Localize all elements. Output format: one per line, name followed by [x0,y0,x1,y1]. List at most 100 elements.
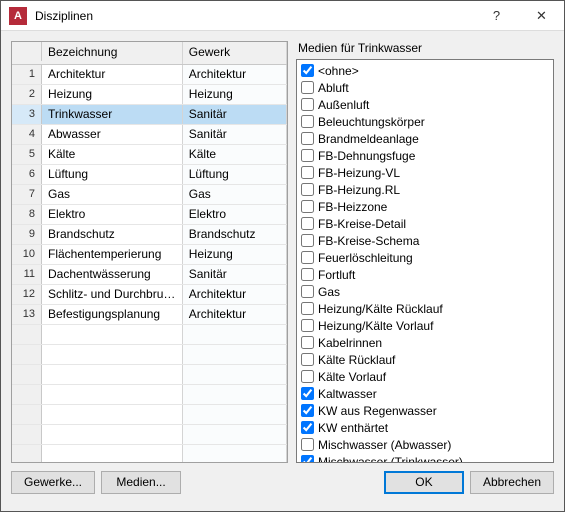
table-row-empty[interactable]: . [12,405,287,425]
media-checkbox[interactable] [301,319,314,332]
media-item[interactable]: KW aus Regenwasser [301,402,549,419]
cell-gewerk[interactable]: Sanitär [183,105,287,124]
media-item[interactable]: Kälte Rücklauf [301,351,549,368]
table-row[interactable]: 6LüftungLüftung [12,165,287,185]
cell-bezeichnung[interactable] [42,345,183,364]
table-row[interactable]: 1ArchitekturArchitektur [12,65,287,85]
cell-gewerk[interactable]: Heizung [183,85,287,104]
media-checkbox[interactable] [301,183,314,196]
media-checkbox[interactable] [301,353,314,366]
media-item[interactable]: Mischwasser (Abwasser) [301,436,549,453]
cell-gewerk[interactable]: Architektur [183,285,287,304]
media-item[interactable]: Kabelrinnen [301,334,549,351]
cell-gewerk[interactable] [183,425,287,444]
cell-gewerk[interactable]: Kälte [183,145,287,164]
media-checkbox[interactable] [301,217,314,230]
media-item[interactable]: Feuerlöschleitung [301,249,549,266]
table-row[interactable]: 8ElektroElektro [12,205,287,225]
media-item[interactable]: Heizung/Kälte Rücklauf [301,300,549,317]
media-item[interactable]: <ohne> [301,62,549,79]
close-button[interactable]: ✕ [519,1,564,31]
table-row[interactable]: 12Schlitz- und Durchbruchplan...Architek… [12,285,287,305]
table-row[interactable]: 5KälteKälte [12,145,287,165]
table-body[interactable]: 1ArchitekturArchitektur2HeizungHeizung3T… [12,65,287,462]
ok-button[interactable]: OK [384,471,464,494]
media-item[interactable]: Kaltwasser [301,385,549,402]
header-gewerk[interactable]: Gewerk [183,42,287,64]
cancel-button[interactable]: Abbrechen [470,471,554,494]
cell-gewerk[interactable]: Elektro [183,205,287,224]
media-checkbox[interactable] [301,370,314,383]
media-item[interactable]: Mischwasser (Trinkwasser) [301,453,549,463]
cell-bezeichnung[interactable]: Heizung [42,85,183,104]
cell-bezeichnung[interactable]: Elektro [42,205,183,224]
media-checkbox[interactable] [301,421,314,434]
cell-gewerk[interactable]: Brandschutz [183,225,287,244]
cell-bezeichnung[interactable]: Architektur [42,65,183,84]
disciplines-table[interactable]: Bezeichnung Gewerk 1ArchitekturArchitekt… [11,41,288,463]
cell-bezeichnung[interactable] [42,445,183,462]
media-checkbox[interactable] [301,166,314,179]
media-checkbox[interactable] [301,149,314,162]
media-item[interactable]: Außenluft [301,96,549,113]
table-row[interactable]: 3TrinkwasserSanitär [12,105,287,125]
cell-gewerk[interactable] [183,405,287,424]
cell-gewerk[interactable] [183,325,287,344]
table-row-empty[interactable]: . [12,345,287,365]
cell-bezeichnung[interactable] [42,365,183,384]
cell-gewerk[interactable] [183,445,287,462]
media-item[interactable]: Beleuchtungskörper [301,113,549,130]
media-item[interactable]: FB-Heizung-VL [301,164,549,181]
cell-gewerk[interactable] [183,365,287,384]
cell-bezeichnung[interactable]: Trinkwasser [42,105,183,124]
media-item[interactable]: Gas [301,283,549,300]
media-checkbox[interactable] [301,251,314,264]
cell-bezeichnung[interactable]: Flächentemperierung [42,245,183,264]
cell-gewerk[interactable]: Lüftung [183,165,287,184]
media-checkbox[interactable] [301,285,314,298]
cell-gewerk[interactable] [183,385,287,404]
cell-gewerk[interactable]: Sanitär [183,125,287,144]
cell-gewerk[interactable]: Heizung [183,245,287,264]
cell-gewerk[interactable]: Sanitär [183,265,287,284]
help-button[interactable]: ? [474,1,519,31]
media-checkbox[interactable] [301,115,314,128]
media-checkbox[interactable] [301,234,314,247]
media-checkbox[interactable] [301,455,314,463]
cell-gewerk[interactable]: Gas [183,185,287,204]
cell-gewerk[interactable]: Architektur [183,65,287,84]
media-item[interactable]: Heizung/Kälte Vorlauf [301,317,549,334]
media-checkbox[interactable] [301,132,314,145]
media-checkbox[interactable] [301,387,314,400]
media-item[interactable]: FB-Heizung.RL [301,181,549,198]
media-checkbox[interactable] [301,438,314,451]
media-checkbox[interactable] [301,336,314,349]
table-row-empty[interactable]: . [12,365,287,385]
cell-bezeichnung[interactable]: Gas [42,185,183,204]
media-item[interactable]: Kälte Vorlauf [301,368,549,385]
table-row-empty[interactable]: . [12,325,287,345]
table-row[interactable]: 10FlächentemperierungHeizung [12,245,287,265]
media-checkbox[interactable] [301,302,314,315]
table-row[interactable]: 9BrandschutzBrandschutz [12,225,287,245]
media-listbox[interactable]: <ohne>AbluftAußenluftBeleuchtungskörperB… [296,59,554,463]
table-row-empty[interactable]: . [12,425,287,445]
cell-bezeichnung[interactable]: Lüftung [42,165,183,184]
cell-bezeichnung[interactable]: Brandschutz [42,225,183,244]
header-bezeichnung[interactable]: Bezeichnung [42,42,183,64]
cell-bezeichnung[interactable] [42,385,183,404]
media-item[interactable]: Abluft [301,79,549,96]
media-checkbox[interactable] [301,200,314,213]
table-row[interactable]: 11DachentwässerungSanitär [12,265,287,285]
media-item[interactable]: KW enthärtet [301,419,549,436]
media-item[interactable]: Fortluft [301,266,549,283]
medien-button[interactable]: Medien... [101,471,181,494]
cell-bezeichnung[interactable] [42,425,183,444]
media-checkbox[interactable] [301,268,314,281]
media-checkbox[interactable] [301,81,314,94]
cell-bezeichnung[interactable] [42,405,183,424]
table-row[interactable]: 4AbwasserSanitär [12,125,287,145]
table-row-empty[interactable]: . [12,445,287,462]
media-checkbox[interactable] [301,404,314,417]
gewerke-button[interactable]: Gewerke... [11,471,95,494]
